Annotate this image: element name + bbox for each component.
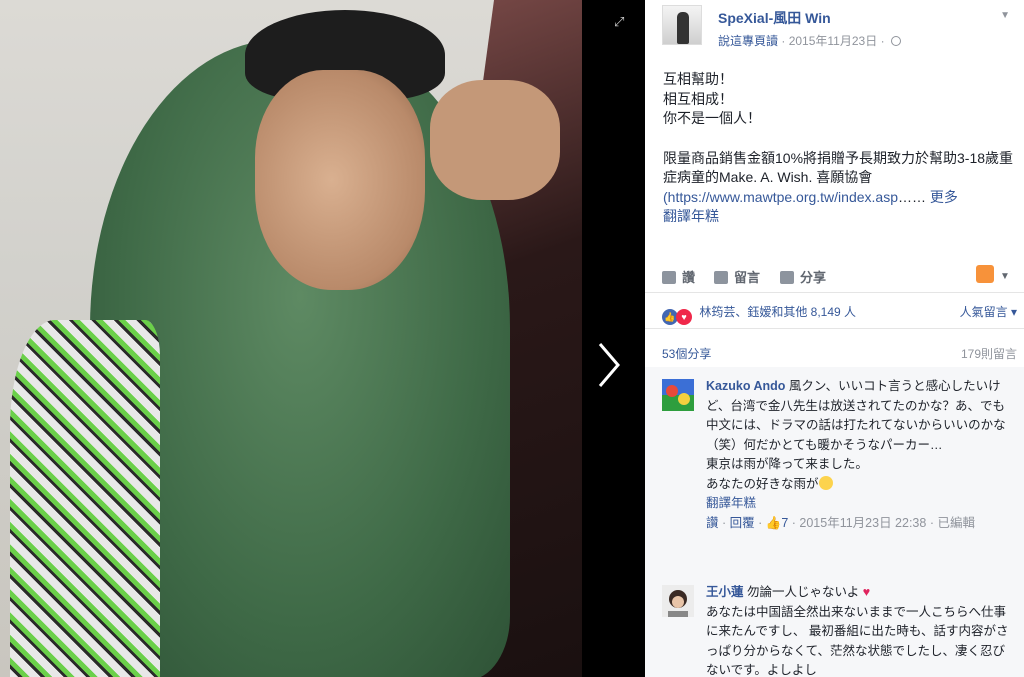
post-header: SpeXial-風田 Win 說這專頁讀 · 2015年11月23日 · ▼: [645, 0, 1024, 60]
chevron-right-icon[interactable]: [594, 340, 624, 390]
reactions-names[interactable]: 林筠芸、鈺嫒和其他 8,149 人: [699, 305, 856, 319]
share-count[interactable]: 53個分享: [662, 347, 711, 361]
expand-icon[interactable]: ⤢: [614, 14, 630, 30]
photo-hand: [430, 80, 560, 200]
photo-face: [255, 70, 425, 290]
comment-date[interactable]: 2015年11月23日 22:38: [799, 516, 926, 530]
comment-reply-button[interactable]: 回覆: [730, 516, 755, 530]
comment-count: 179則留言: [960, 347, 1017, 361]
post-paragraph: 限量商品銷售金額10%將捐贈予長期致力於幫助3-18歲重症病童的Make. A.…: [663, 149, 1014, 186]
post-line-1: 互相幫助！: [663, 71, 733, 87]
heart-icon: ♥: [676, 309, 692, 325]
comment-line-3: あなたの好きな雨が: [706, 476, 819, 491]
smile-emoji-icon: [818, 475, 833, 490]
photo-letterbox: [582, 0, 645, 677]
comment-body: 王小蓮 勿論一人じゃないよ ♥ あなたは中国語全然出来ないままで一人こちらへ仕事…: [706, 583, 1012, 677]
thumbs-up-icon: [662, 271, 676, 284]
comment-like-button[interactable]: 讚: [706, 516, 719, 530]
comment-icon: [714, 271, 728, 284]
comment-translate-link[interactable]: 翻譯年糕: [706, 494, 1012, 514]
divider-2: [645, 328, 1024, 329]
comment-edited: 已編輯: [937, 515, 975, 530]
globe-icon: [890, 36, 901, 46]
post-line-3: 你不是一個人！: [663, 110, 761, 126]
share-label: 分享: [800, 270, 827, 285]
heart-emoji-icon: ♥: [862, 585, 871, 599]
comment-body: Kazuko Ando 風クン、いいコト言うと感心したいけど、台湾で金八先生は放…: [706, 377, 1012, 533]
post-options-icon[interactable]: ▼: [1000, 10, 1010, 21]
dropdown-arrow-icon: ▼: [1000, 271, 1010, 282]
comment-line-2: 東京は雨が降って来ました。: [706, 457, 868, 471]
comment-button[interactable]: 留言: [714, 267, 760, 286]
comment-text-rest: あなたは中国語全然出来ないままで一人こちらへ仕事に来たんですし、 最初番組に出た…: [706, 604, 1009, 677]
like-count-value: 7: [781, 515, 789, 530]
divider: [645, 292, 1024, 293]
comments-section: Kazuko Ando 風クン、いいコト言うと感心したいけど、台湾で金八先生は放…: [645, 367, 1024, 677]
meta-separator-2: ·: [880, 34, 885, 48]
post-link[interactable]: (https://www.mawtpe.org.tw/index.asp: [663, 189, 898, 205]
action-bar: 讚 留言 分享 ▼: [662, 263, 1012, 289]
see-more-link[interactable]: 更多: [930, 189, 958, 205]
reactions-row: 👍 ♥ 林筠芸、鈺嫒和其他 8,149 人 人氣留言 ▾: [662, 303, 1017, 325]
commenter-name[interactable]: 王小蓮: [706, 585, 744, 599]
page-avatar[interactable]: [662, 5, 702, 45]
thumbs-up-icon: 👍: [765, 515, 782, 530]
meta-separator: ·: [781, 34, 786, 48]
comment-label: 留言: [734, 270, 761, 285]
page-name[interactable]: SpeXial-風田 Win: [718, 8, 831, 28]
post-meta: 說這專頁讀 · 2015年11月23日 ·: [718, 32, 901, 49]
comment-sort-select[interactable]: 人氣留言 ▾: [960, 303, 1017, 320]
like-button[interactable]: 讚: [662, 267, 695, 286]
post-text: 互相幫助！ 相互相成！ 你不是一個人！ 限量商品銷售金額10%將捐贈予長期致力於…: [663, 70, 1015, 227]
photo-viewer: [0, 0, 645, 677]
post-panel: SpeXial-風田 Win 說這專頁讀 · 2015年11月23日 · ▼ 互…: [645, 0, 1024, 677]
commenter-name[interactable]: Kazuko Ando: [706, 379, 785, 393]
post-ellipsis: ……: [898, 188, 926, 205]
comment-like-count[interactable]: 👍7: [766, 516, 789, 530]
avatar[interactable]: [662, 379, 694, 411]
see-page-link[interactable]: 說這專頁讀: [718, 34, 778, 48]
counts-row: 53個分享 179則留言: [662, 345, 1017, 362]
share-icon: [780, 271, 794, 284]
comment-text: 勿論一人じゃないよ: [747, 585, 860, 599]
translate-link[interactable]: 翻譯年糕: [663, 208, 719, 224]
photo-backpack: [10, 320, 160, 677]
like-label: 讚: [682, 270, 696, 285]
post-date[interactable]: 2015年11月23日: [789, 34, 878, 48]
page-select-icon: [976, 265, 994, 283]
post-line-2: 相互相成！: [663, 90, 733, 107]
share-as-selector[interactable]: ▼: [976, 265, 1012, 285]
avatar[interactable]: [662, 585, 694, 617]
share-button[interactable]: 分享: [780, 267, 826, 286]
sort-label: 人氣留言: [959, 305, 1008, 319]
comment-meta: 讚 · 回覆 · 👍7 · 2015年11月23日 22:38 · 已編輯: [706, 515, 975, 530]
